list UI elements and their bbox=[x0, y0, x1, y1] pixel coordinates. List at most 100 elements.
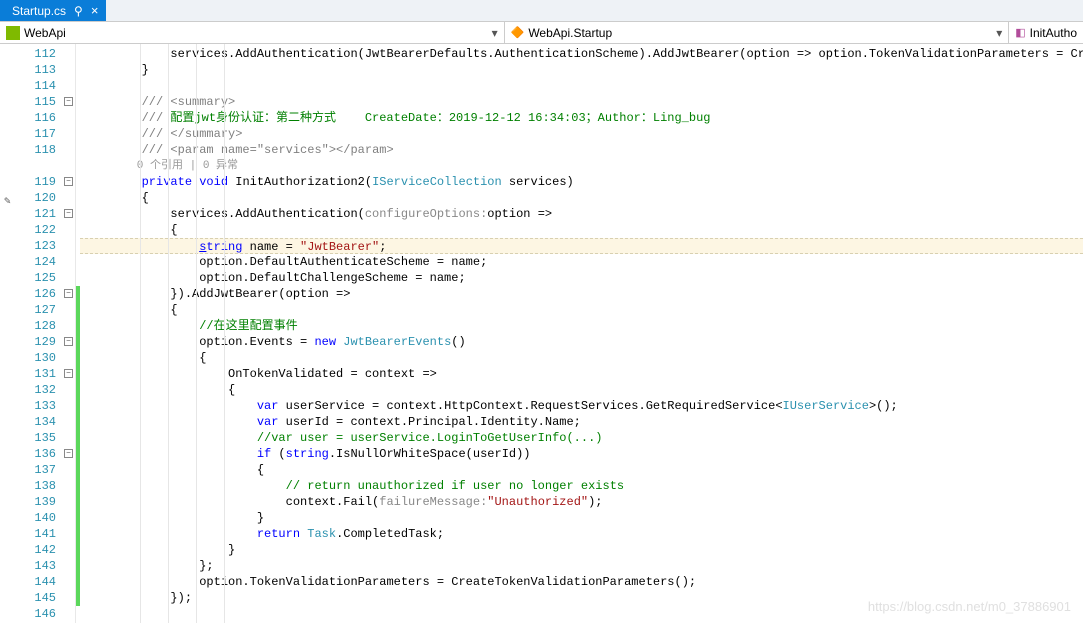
line-number: 133 bbox=[20, 398, 56, 414]
tab-title: Startup.cs bbox=[12, 4, 66, 18]
nav-project-dropdown[interactable]: WebApi ▾ bbox=[0, 22, 505, 43]
line-number: 134 bbox=[20, 414, 56, 430]
nav-method-label: InitAutho bbox=[1030, 26, 1077, 40]
line-number: 127 bbox=[20, 302, 56, 318]
code-line: } bbox=[80, 510, 1083, 526]
line-number: 139 bbox=[20, 494, 56, 510]
nav-method-dropdown[interactable]: ◧ InitAutho bbox=[1009, 22, 1083, 43]
code-line: option.DefaultChallengeScheme = name; bbox=[80, 270, 1083, 286]
code-line: // return unauthorized if user no longer… bbox=[80, 478, 1083, 494]
line-number: 126 bbox=[20, 286, 56, 302]
fold-toggle[interactable]: − bbox=[64, 289, 73, 298]
code-line: OnTokenValidated = context => bbox=[80, 366, 1083, 382]
line-number: 112 bbox=[20, 46, 56, 62]
code-line: { bbox=[80, 350, 1083, 366]
code-line: }).AddJwtBearer(option => bbox=[80, 286, 1083, 302]
line-number: 131 bbox=[20, 366, 56, 382]
code-line: context.Fail(failureMessage:"Unauthorize… bbox=[80, 494, 1083, 510]
code-line bbox=[80, 606, 1083, 622]
navigation-bar: WebApi ▾ 🔶 WebApi.Startup ▾ ◧ InitAutho bbox=[0, 22, 1083, 44]
code-line: } bbox=[80, 542, 1083, 558]
code-line: { bbox=[80, 190, 1083, 206]
fold-toggle[interactable]: − bbox=[64, 337, 73, 346]
line-number: 140 bbox=[20, 510, 56, 526]
editor: ✎ 11211311411511611711811912012112212312… bbox=[0, 44, 1083, 623]
code-line: { bbox=[80, 462, 1083, 478]
pin-icon[interactable]: ⚲ bbox=[74, 4, 83, 18]
fold-toggle[interactable]: − bbox=[64, 177, 73, 186]
edit-pencil-icon: ✎ bbox=[4, 194, 11, 208]
code-line: var userService = context.HttpContext.Re… bbox=[80, 398, 1083, 414]
line-number: 129 bbox=[20, 334, 56, 350]
tab-bar: Startup.cs ⚲ × bbox=[0, 0, 1083, 22]
fold-gutter: − − − − − − − bbox=[62, 44, 76, 623]
code-line: option.TokenValidationParameters = Creat… bbox=[80, 574, 1083, 590]
nav-class-dropdown[interactable]: 🔶 WebApi.Startup ▾ bbox=[505, 22, 1010, 43]
tab-startup[interactable]: Startup.cs ⚲ × bbox=[0, 0, 106, 21]
codelens[interactable]: 0 个引用 | 0 异常 bbox=[80, 158, 1083, 174]
fold-toggle[interactable]: − bbox=[64, 209, 73, 218]
class-icon: 🔶 bbox=[511, 26, 525, 39]
line-number: 132 bbox=[20, 382, 56, 398]
code-line-current: string name = "JwtBearer"; bbox=[80, 238, 1083, 254]
line-number: 114 bbox=[20, 78, 56, 94]
chevron-down-icon: ▾ bbox=[996, 26, 1002, 40]
line-number: 115 bbox=[20, 94, 56, 110]
code-line: }); bbox=[80, 590, 1083, 606]
line-number: 113 bbox=[20, 62, 56, 78]
line-number: 125 bbox=[20, 270, 56, 286]
line-number: 123 bbox=[20, 238, 56, 254]
code-line: var userId = context.Principal.Identity.… bbox=[80, 414, 1083, 430]
line-number: 119 bbox=[20, 174, 56, 190]
code-line: /// 配置jwt身份认证：第二种方式 CreateDate：2019-12-1… bbox=[80, 110, 1083, 126]
code-line: services.AddAuthentication(JwtBearerDefa… bbox=[80, 46, 1083, 62]
code-line: private void InitAuthorization2(IService… bbox=[80, 174, 1083, 190]
code-line: /// <summary> bbox=[80, 94, 1083, 110]
line-number: 118 bbox=[20, 142, 56, 158]
fold-toggle[interactable]: − bbox=[64, 97, 73, 106]
line-number: 130 bbox=[20, 350, 56, 366]
nav-class-label: WebApi.Startup bbox=[528, 26, 612, 40]
line-number: 142 bbox=[20, 542, 56, 558]
code-line: } bbox=[80, 62, 1083, 78]
line-number: 144 bbox=[20, 574, 56, 590]
line-number: 137 bbox=[20, 462, 56, 478]
line-number: 121 bbox=[20, 206, 56, 222]
line-number: 136 bbox=[20, 446, 56, 462]
line-number: 120 bbox=[20, 190, 56, 206]
fold-toggle[interactable]: − bbox=[64, 449, 73, 458]
line-number: 135 bbox=[20, 430, 56, 446]
csharp-project-icon bbox=[6, 26, 20, 40]
code-line: return Task.CompletedTask; bbox=[80, 526, 1083, 542]
code-line bbox=[80, 78, 1083, 94]
code-line: option.Events = new JwtBearerEvents() bbox=[80, 334, 1083, 350]
code-line: if (string.IsNullOrWhiteSpace(userId)) bbox=[80, 446, 1083, 462]
line-number: 122 bbox=[20, 222, 56, 238]
line-number: 141 bbox=[20, 526, 56, 542]
line-number: 128 bbox=[20, 318, 56, 334]
line-number: 146 bbox=[20, 606, 56, 622]
code-line: /// </summary> bbox=[80, 126, 1083, 142]
line-number: 138 bbox=[20, 478, 56, 494]
close-icon[interactable]: × bbox=[91, 3, 99, 18]
code-line: { bbox=[80, 222, 1083, 238]
nav-project-label: WebApi bbox=[24, 26, 66, 40]
chevron-down-icon: ▾ bbox=[492, 26, 498, 40]
code-line: }; bbox=[80, 558, 1083, 574]
code-line: /// <param name="services"></param> bbox=[80, 142, 1083, 158]
code-line: option.DefaultAuthenticateScheme = name; bbox=[80, 254, 1083, 270]
line-number: 143 bbox=[20, 558, 56, 574]
code-area[interactable]: services.AddAuthentication(JwtBearerDefa… bbox=[80, 44, 1083, 623]
code-line: //在这里配置事件 bbox=[80, 318, 1083, 334]
code-line: //var user = userService.LoginToGetUserI… bbox=[80, 430, 1083, 446]
method-icon: ◧ bbox=[1015, 26, 1025, 39]
code-line: { bbox=[80, 382, 1083, 398]
line-number: 116 bbox=[20, 110, 56, 126]
line-number: 124 bbox=[20, 254, 56, 270]
fold-toggle[interactable]: − bbox=[64, 369, 73, 378]
line-number bbox=[20, 158, 56, 174]
code-line: services.AddAuthentication(configureOpti… bbox=[80, 206, 1083, 222]
line-number: 117 bbox=[20, 126, 56, 142]
line-number-gutter: 1121131141151161171181191201211221231241… bbox=[20, 44, 62, 623]
code-line: { bbox=[80, 302, 1083, 318]
